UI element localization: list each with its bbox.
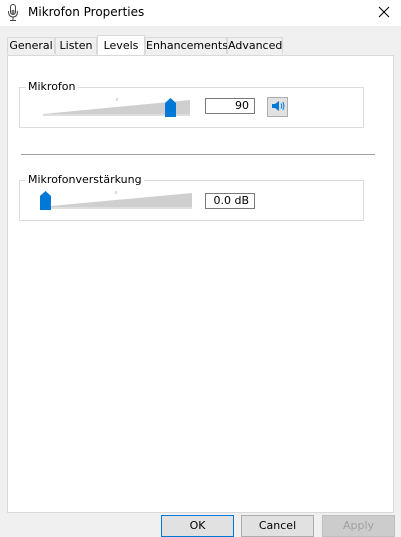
boost-label: Mikrofonverstärkung — [26, 173, 144, 186]
tab-levels[interactable]: Levels — [97, 35, 145, 55]
microphone-group: Mikrofon 90 — [19, 80, 364, 128]
tab-listen[interactable]: Listen — [55, 37, 97, 54]
boost-slider-thumb[interactable] — [40, 191, 51, 210]
mute-button[interactable] — [267, 97, 288, 117]
tab-general[interactable]: General — [7, 37, 55, 54]
speaker-icon — [271, 100, 285, 115]
boost-value-field[interactable]: 0.0 dB — [205, 193, 255, 209]
levels-panel: Mikrofon 90 Mikrofonverstärkung 0.0 dB — [7, 55, 394, 513]
cancel-button[interactable]: Cancel — [241, 515, 314, 537]
boost-group: Mikrofonverstärkung 0.0 dB — [19, 173, 364, 221]
microphone-slider-thumb[interactable] — [165, 98, 177, 117]
microphone-value-field[interactable]: 90 — [205, 98, 255, 114]
boost-slider-track — [40, 191, 192, 209]
tab-advanced[interactable]: Advanced — [227, 37, 283, 54]
boost-slider[interactable] — [40, 191, 192, 210]
ok-button[interactable]: OK — [161, 515, 234, 537]
apply-button: Apply — [322, 515, 395, 537]
title-bar: Mikrofon Properties — [0, 0, 401, 26]
window-title: Mikrofon Properties — [28, 5, 145, 19]
separator-line — [21, 154, 375, 155]
tab-enhancements[interactable]: Enhancements — [145, 37, 228, 54]
microphone-slider[interactable] — [43, 98, 190, 117]
close-icon — [378, 6, 390, 21]
microphone-icon — [7, 4, 19, 22]
microphone-label: Mikrofon — [26, 80, 78, 93]
close-button[interactable] — [367, 0, 401, 26]
